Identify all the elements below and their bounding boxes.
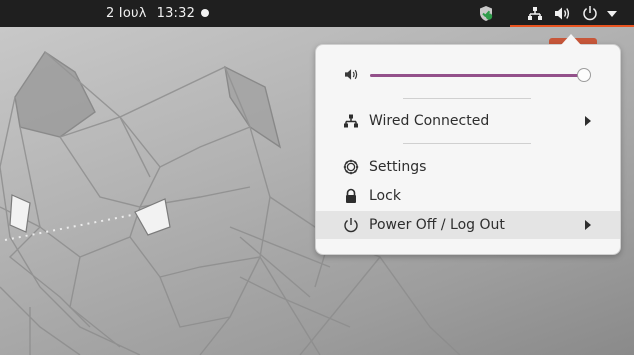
gear-icon — [343, 159, 359, 175]
network-wired-icon — [528, 7, 542, 20]
shield-icon[interactable] — [478, 5, 494, 22]
menu-item-label: Lock — [369, 188, 401, 204]
volume-slider-handle[interactable] — [576, 68, 591, 82]
lock-icon — [346, 188, 356, 203]
submenu-arrow-icon — [585, 116, 591, 126]
power-icon — [583, 6, 597, 21]
active-indicator — [510, 25, 634, 27]
submenu-arrow-icon — [585, 220, 591, 230]
system-menu: Wired Connected Settings Lock Power Off … — [315, 44, 621, 255]
menu-item-wired-connected[interactable]: Wired Connected — [316, 107, 620, 135]
menu-item-settings[interactable]: Settings — [316, 153, 620, 181]
volume-row — [316, 63, 620, 87]
menu-item-lock[interactable]: Lock — [316, 182, 620, 210]
clock-time: 13:32 — [156, 6, 196, 21]
volume-slider-fill — [370, 74, 584, 77]
volume-slider[interactable] — [370, 68, 591, 82]
menu-separator — [403, 143, 531, 144]
network-wired-icon — [344, 114, 358, 128]
clock-button[interactable]: 2 Ιουλ 13:32 — [106, 0, 195, 27]
menu-pointer — [561, 34, 581, 45]
menu-item-label: Wired Connected — [369, 113, 490, 129]
menu-item-label: Settings — [369, 159, 427, 175]
menu-separator — [403, 98, 531, 99]
dropdown-arrow-icon — [607, 11, 617, 17]
power-icon — [344, 218, 358, 233]
volume-icon — [555, 7, 570, 20]
menu-item-power-off-log-out[interactable]: Power Off / Log Out — [316, 211, 620, 239]
menu-item-label: Power Off / Log Out — [369, 217, 505, 233]
clock-date: 2 Ιουλ — [106, 6, 147, 21]
top-bar: 2 Ιουλ 13:32 — [0, 0, 634, 27]
volume-icon — [345, 69, 358, 80]
notification-dot-icon — [201, 9, 209, 17]
